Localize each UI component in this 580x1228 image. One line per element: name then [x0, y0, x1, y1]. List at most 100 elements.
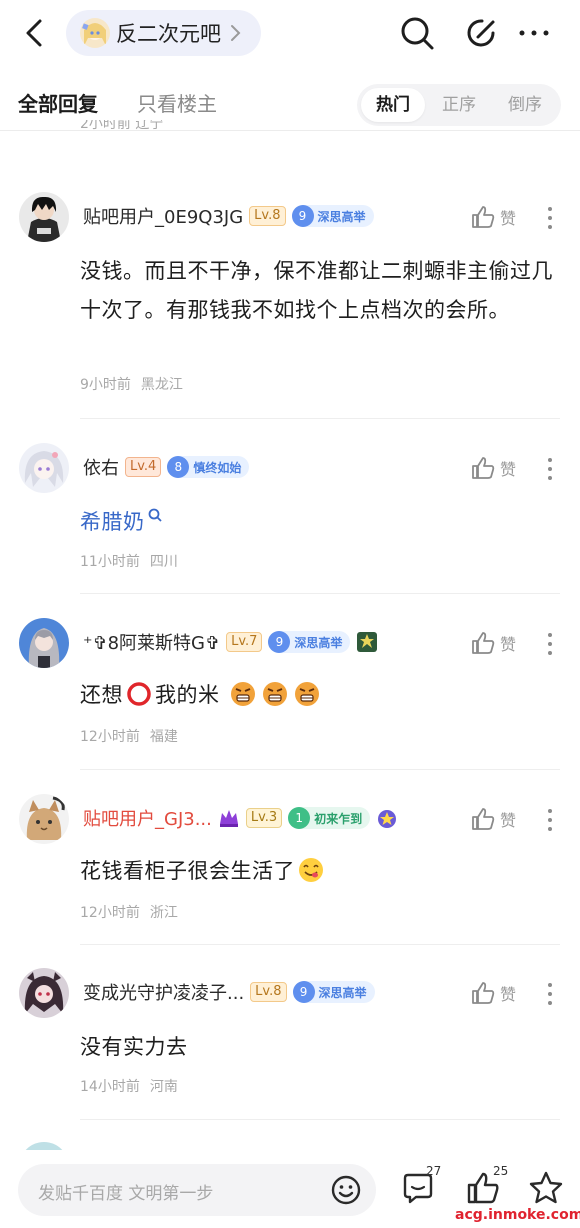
author-row: 贴吧用户_0E9Q3JG Lv.8 9 深思高举 — [83, 203, 380, 229]
content-text: 花钱看柜子很会生活了 — [80, 859, 295, 883]
content-text: 我的米 — [155, 683, 220, 707]
crown-icon — [219, 810, 238, 827]
more-icon[interactable] — [540, 807, 560, 833]
thumbs-up-icon — [472, 808, 495, 830]
thumbs-up-icon — [472, 206, 495, 228]
like-label: 赞 — [500, 635, 517, 654]
back-arrow-icon[interactable] — [20, 15, 50, 51]
badge-title: 初来乍到 — [314, 811, 363, 826]
level-badge: Lv.8 — [250, 982, 287, 1002]
avatar[interactable] — [19, 794, 69, 844]
level-badge: Lv.4 — [125, 457, 162, 477]
like-button[interactable]: 赞 — [470, 202, 516, 232]
reply-content: 没有实力去 — [80, 1035, 188, 1059]
reply-meta: 12小时前 福建 — [80, 726, 178, 746]
reply-time: 11小时前 — [80, 554, 140, 570]
badge-number: 1 — [288, 807, 311, 829]
honor-badge: 9 深思高举 — [291, 205, 374, 227]
next-avatar-partial — [19, 1142, 69, 1150]
username[interactable]: 变成光守护凌凌子... — [83, 979, 244, 1005]
sort-hot[interactable]: 热门 — [361, 88, 425, 122]
like-label: 赞 — [500, 209, 517, 228]
username-vip[interactable]: 贴吧用户_GJ3... — [83, 805, 212, 831]
like-button[interactable]: 赞 — [470, 453, 516, 483]
star-medal-icon — [378, 810, 397, 828]
username[interactable]: ⁺✞8阿莱斯特G✞ — [83, 629, 220, 655]
star-icon[interactable] — [528, 1170, 564, 1206]
honor-badge: 9 深思高举 — [268, 631, 351, 653]
reply-location: 河南 — [149, 1079, 178, 1095]
reply-meta: 14小时前 河南 — [80, 1076, 178, 1096]
badge-title: 慎终如始 — [193, 460, 242, 475]
angry-face-emoji — [230, 682, 255, 706]
level-badge: Lv.8 — [249, 206, 286, 226]
reply-input-placeholder: 发贴千百度 文明第一步 — [38, 1184, 214, 1204]
reply-input[interactable]: 发贴千百度 文明第一步 — [18, 1164, 376, 1216]
tab-owner-only[interactable]: 只看楼主 — [137, 88, 217, 117]
like-label: 赞 — [500, 811, 517, 830]
honor-badge: 1 初来乍到 — [288, 807, 371, 829]
like-button[interactable]: 赞 — [470, 978, 516, 1008]
angry-face-emoji — [262, 682, 287, 706]
avatar[interactable] — [19, 443, 69, 493]
reply-time: 12小时前 — [80, 729, 140, 745]
yum-face-emoji — [299, 858, 323, 882]
divider — [80, 769, 560, 770]
more-icon[interactable] — [540, 631, 560, 657]
chevron-right-icon — [231, 25, 241, 41]
like-count: 25 — [493, 1164, 509, 1178]
author-row: ⁺✞8阿莱斯特G✞ Lv.7 9 深思高举 — [83, 629, 378, 655]
edit-icon[interactable] — [463, 14, 501, 52]
avatar[interactable] — [19, 618, 69, 668]
divider — [80, 418, 560, 419]
avatar[interactable] — [19, 968, 69, 1018]
medal-icon — [357, 632, 378, 652]
divider — [80, 1119, 560, 1120]
author-row: 依右 Lv.4 8 慎终如始 — [83, 454, 255, 480]
reply-content-link[interactable]: 希腊奶 — [80, 503, 560, 542]
reply-location: 浙江 — [149, 905, 178, 921]
username[interactable]: 贴吧用户_0E9Q3JG — [83, 203, 243, 229]
sort-ascending[interactable]: 正序 — [427, 88, 491, 122]
like-label: 赞 — [500, 460, 517, 479]
smile-icon[interactable] — [330, 1174, 362, 1206]
sort-toggle: 热门 正序 倒序 — [357, 84, 561, 126]
more-icon[interactable] — [540, 981, 560, 1007]
thumbs-up-icon — [472, 457, 495, 479]
author-row: 贴吧用户_GJ3... Lv.3 1 初来乍到 — [83, 805, 398, 831]
content-text: 还想 — [80, 683, 123, 707]
reply-time: 14小时前 — [80, 1079, 140, 1095]
tab-all-replies[interactable]: 全部回复 — [18, 88, 98, 117]
top-nav-bar: 反二次元吧 — [0, 0, 580, 66]
search-icon[interactable] — [398, 14, 436, 52]
more-icon[interactable] — [540, 205, 560, 231]
badge-title: 深思高举 — [317, 209, 366, 224]
comment-count: 27 — [426, 1164, 442, 1178]
more-icon[interactable] — [540, 456, 560, 482]
like-button[interactable]: 赞 — [470, 804, 516, 834]
badge-number: 8 — [167, 456, 190, 478]
thumbs-up-icon — [472, 632, 495, 654]
username[interactable]: 依右 — [83, 454, 119, 480]
reply-location: 四川 — [149, 554, 178, 570]
forum-entry-button[interactable]: 反二次元吧 — [66, 10, 261, 56]
reply-content: 没钱。而且不干净，保不准都让二刺螈非主偷过几十次了。有那钱我不如找个上点档次的会… — [80, 259, 553, 322]
honor-badge: 8 慎终如始 — [167, 456, 250, 478]
reply-content: 花钱看柜子很会生活了 — [80, 852, 560, 891]
avatar[interactable] — [19, 192, 69, 242]
like-label: 赞 — [500, 985, 517, 1004]
reply-content: 还想 我的米 — [80, 676, 560, 715]
badge-number: 9 — [292, 981, 315, 1003]
like-button[interactable]: 赞 — [470, 628, 516, 658]
reply-meta: 9小时前 黑龙江 — [80, 374, 183, 394]
watermark: acg.inmoke.com — [455, 1207, 580, 1223]
reply-location: 黑龙江 — [140, 377, 183, 393]
reply-location: 福建 — [149, 729, 178, 745]
forum-name: 反二次元吧 — [116, 22, 221, 46]
red-circle-emoji — [127, 682, 151, 706]
more-icon[interactable] — [515, 14, 553, 52]
reply-meta: 12小时前 浙江 — [80, 902, 178, 922]
badge-number: 9 — [291, 205, 314, 227]
link-text[interactable]: 希腊奶 — [80, 510, 145, 534]
sort-descending[interactable]: 倒序 — [493, 88, 557, 122]
